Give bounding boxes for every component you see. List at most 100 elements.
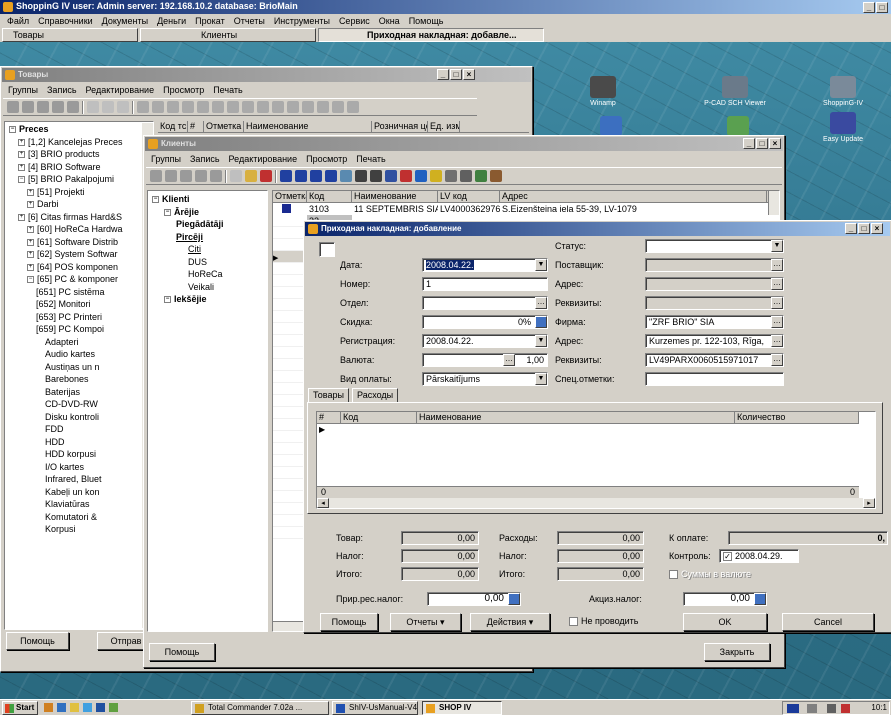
col-header-code[interactable]: Код	[341, 412, 417, 423]
quick-launch-desktop-icon[interactable]	[57, 703, 66, 712]
form-field[interactable]: … 1,00	[422, 353, 548, 367]
ellipsis-icon[interactable]: …	[771, 297, 783, 309]
col-header-name[interactable]: Наименование	[244, 121, 372, 132]
minimize-icon[interactable]: _	[437, 69, 449, 80]
minimize-icon[interactable]: _	[845, 223, 857, 234]
search-next-icon[interactable]	[370, 170, 382, 182]
tree-item[interactable]: + Darbi	[6, 198, 153, 211]
clients-help-button[interactable]: Помощь	[149, 643, 215, 661]
delete-group-icon[interactable]	[180, 170, 192, 182]
desktop-icon-pcad[interactable]: P-CAD SCH Viewer	[700, 76, 770, 107]
antivirus-icon[interactable]	[841, 704, 850, 713]
prev-record-icon[interactable]	[152, 101, 164, 113]
expand-icon[interactable]: +	[18, 163, 25, 171]
tree-item[interactable]: Kabeļi un kon	[6, 486, 153, 499]
refresh-icon[interactable]	[210, 170, 222, 182]
tree-item[interactable]: Disku kontroli	[6, 411, 153, 424]
form-field[interactable]: Kurzemes pr. 122-103, Rīga,…	[645, 334, 784, 348]
maximize-icon[interactable]: □	[858, 223, 870, 234]
refresh-icon[interactable]	[67, 101, 79, 113]
ellipsis-icon[interactable]: …	[771, 335, 783, 347]
tree-item[interactable]: Klaviatūras	[6, 498, 153, 511]
col-header-name[interactable]: Наименование	[417, 412, 735, 423]
clients-tree[interactable]: − Klienti − Ārējie Piegādātāji Pircēji Citi DUS…	[147, 190, 268, 632]
tree-item[interactable]: + [6] Citas firmas Hard&S	[6, 211, 153, 224]
form-field[interactable]: 2008.04.22. ▼	[422, 258, 548, 272]
col-header-retail-price[interactable]: Розничная це	[372, 121, 428, 132]
calculator-icon[interactable]	[754, 593, 766, 605]
quick-launch-browser-icon[interactable]	[44, 703, 53, 712]
chart-icon[interactable]	[347, 101, 359, 113]
tree-item[interactable]: − Ārējie	[150, 206, 267, 219]
actions-menu-button[interactable]: Действия ▾	[470, 613, 550, 631]
open-record-icon[interactable]	[102, 101, 114, 113]
control-date-field[interactable]: ✓ 2008.04.29.	[719, 549, 799, 563]
tree-item[interactable]: [659] PC Kompoi	[6, 323, 153, 336]
desktop-icon-winamp[interactable]: Winamp	[568, 76, 638, 107]
menu-record[interactable]: Запись	[190, 154, 220, 164]
expand-icon[interactable]: +	[27, 263, 34, 271]
menu-tools[interactable]: Инструменты	[274, 16, 330, 26]
tree-item[interactable]: I/O kartes	[6, 461, 153, 474]
filter-icon[interactable]	[385, 170, 397, 182]
menu-edit[interactable]: Редактирование	[229, 154, 298, 164]
menu-money[interactable]: Деньги	[157, 16, 186, 26]
scroll-right-icon[interactable]: ▸	[863, 498, 875, 508]
tree-item[interactable]: Korpusi	[6, 523, 153, 536]
reload-icon[interactable]	[415, 170, 427, 182]
expand-icon[interactable]: +	[18, 213, 25, 221]
tree-item[interactable]: Audio kartes	[6, 348, 153, 361]
search-icon[interactable]	[212, 101, 224, 113]
col-header-name[interactable]: Наименование	[352, 191, 438, 202]
tree-item[interactable]: Pircēji	[150, 231, 267, 244]
window-tab-invoice[interactable]: Приходная накладная: добавле...	[318, 28, 544, 42]
copy-icon[interactable]	[340, 170, 352, 182]
help-icon[interactable]	[430, 170, 442, 182]
tree-item[interactable]: − Preces	[6, 123, 153, 136]
expand-icon[interactable]: +	[27, 201, 34, 209]
items-grid-hscrollbar[interactable]: ◂ ▸	[317, 498, 875, 508]
calculator-icon[interactable]	[535, 316, 547, 328]
tree-item[interactable]: CD-DVD-RW	[6, 398, 153, 411]
products-tree[interactable]: − Preces + [1,2] Kancelejas Preces + [3] BRIO…	[4, 121, 154, 630]
tree-item[interactable]: + [60] HoReCa Hardwa	[6, 223, 153, 236]
form-field[interactable]: LV49PARX0060515971017…	[645, 353, 784, 367]
tree-item[interactable]: + [4] BRIO Software	[6, 161, 153, 174]
collapse-icon[interactable]: −	[164, 208, 171, 216]
delete-group-icon[interactable]	[37, 101, 49, 113]
menu-print[interactable]: Печать	[356, 154, 385, 164]
volume-icon[interactable]	[827, 704, 836, 713]
tree-item[interactable]: + [62] System Softwar	[6, 248, 153, 261]
products-help-button[interactable]: Помощь	[6, 632, 69, 650]
ellipsis-icon[interactable]: …	[771, 278, 783, 290]
col-header-code[interactable]: Код	[307, 191, 352, 202]
tab-expenses[interactable]: Расходы	[352, 388, 399, 402]
col-header-mark[interactable]: Отметка	[273, 191, 307, 202]
tree-item[interactable]: + [64] POS komponen	[6, 261, 153, 274]
form-field[interactable]: 2008.04.22. ▼	[422, 334, 548, 348]
tree-item[interactable]: Citi	[150, 243, 267, 256]
currency-sums-check[interactable]	[669, 570, 678, 580]
expand-icon[interactable]: +	[27, 188, 34, 196]
close-icon[interactable]: ×	[769, 138, 781, 149]
close-icon[interactable]: ×	[871, 223, 883, 234]
network-icon[interactable]	[807, 704, 817, 713]
desktop-icon-easy-update[interactable]: Easy Update	[808, 112, 878, 143]
chart-icon[interactable]	[490, 170, 502, 182]
clients-close-button[interactable]: Закрыть	[704, 643, 770, 661]
form-field[interactable]	[645, 372, 784, 386]
tree-item[interactable]: Komutatori &	[6, 511, 153, 524]
menu-documents[interactable]: Документы	[102, 16, 148, 26]
preview-icon[interactable]	[302, 101, 314, 113]
expand-icon[interactable]: −	[18, 176, 25, 184]
clients-grid-scrollbar[interactable]	[768, 191, 779, 215]
form-field[interactable]: 1	[422, 277, 548, 291]
expand-icon[interactable]: +	[18, 151, 25, 159]
menu-windows[interactable]: Окна	[379, 16, 400, 26]
menu-references[interactable]: Справочники	[38, 16, 93, 26]
calculator-icon[interactable]	[508, 593, 520, 605]
col-header-number[interactable]: #	[188, 121, 204, 132]
col-header-number[interactable]: #	[317, 412, 341, 423]
menu-rental[interactable]: Прокат	[195, 16, 225, 26]
start-button[interactable]: Start	[2, 701, 38, 715]
